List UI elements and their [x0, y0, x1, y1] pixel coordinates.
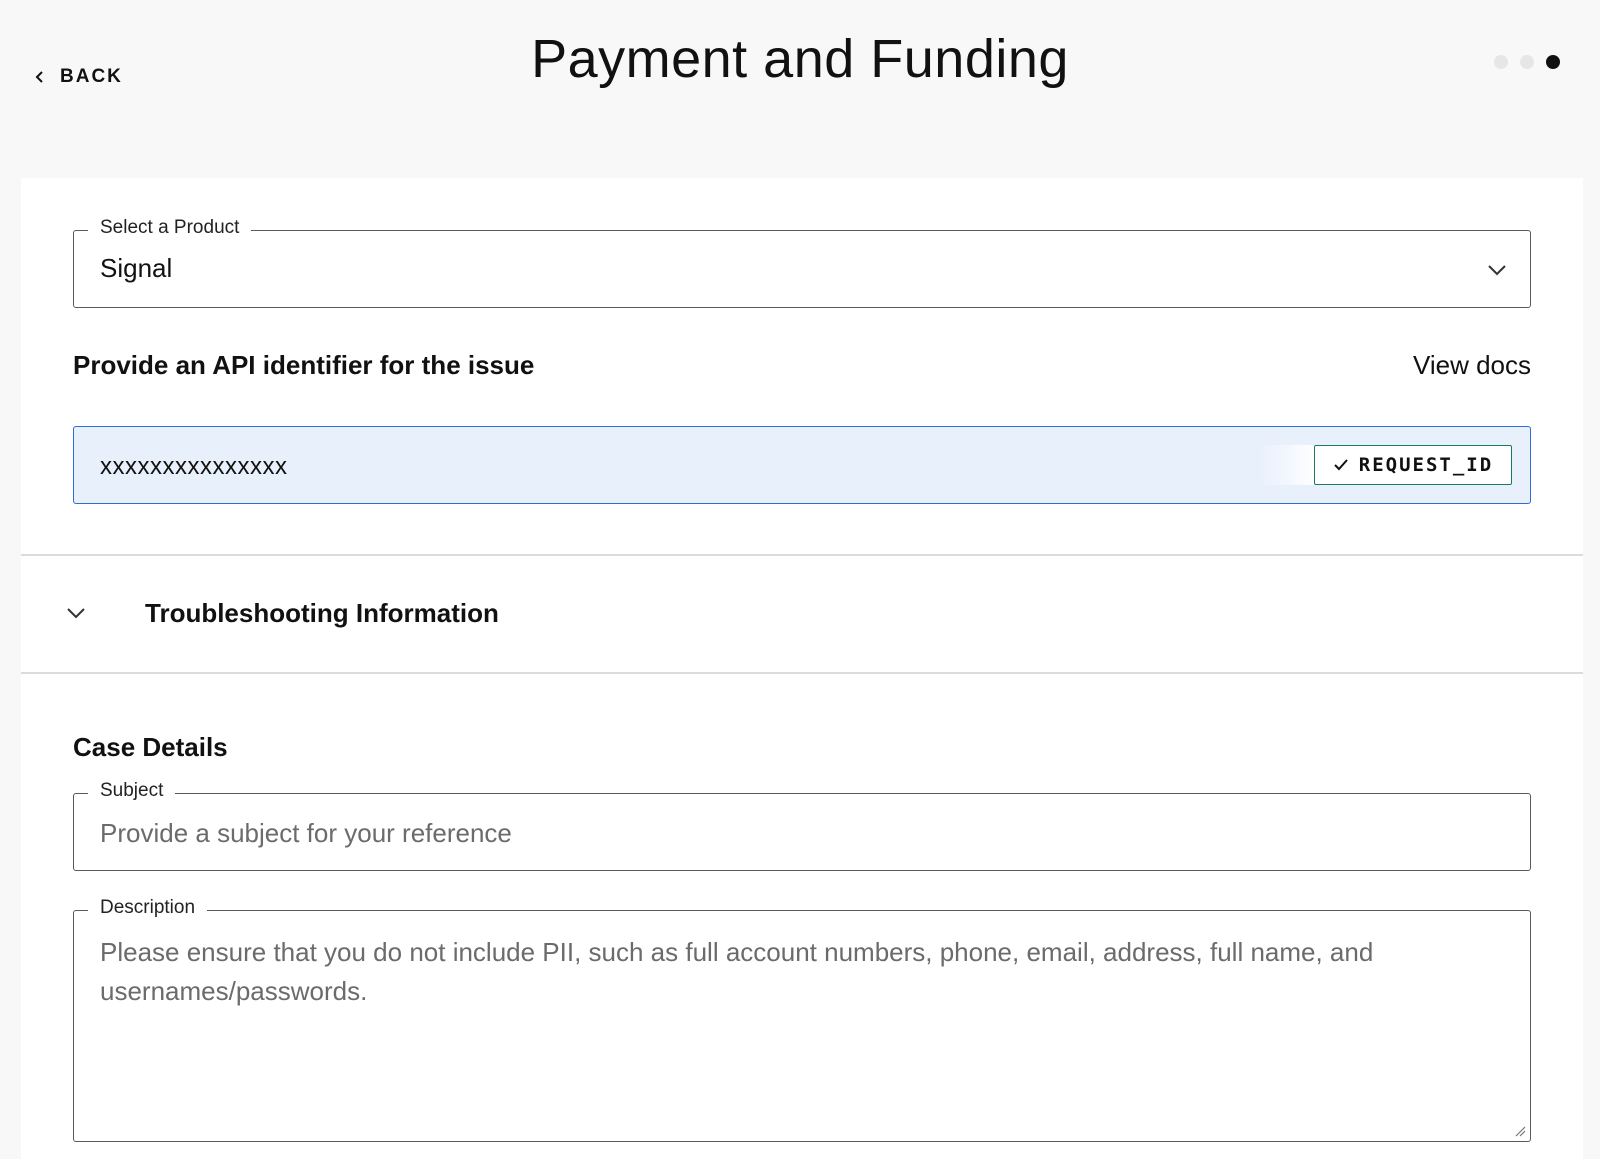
check-icon [1334, 459, 1348, 471]
input-fade [1258, 445, 1318, 485]
request-id-badge-label: REQUEST_ID [1358, 454, 1494, 476]
divider [21, 672, 1583, 674]
form-card: Select a Product Signal Provide an API i… [21, 178, 1583, 1159]
subject-input[interactable]: Subject Provide a subject for your refer… [73, 780, 1531, 871]
troubleshooting-accordion[interactable]: Troubleshooting Information [21, 556, 1583, 674]
view-docs-link[interactable]: View docs [1413, 350, 1531, 381]
step-dot-3 [1546, 55, 1560, 69]
subject-placeholder: Provide a subject for your reference [100, 818, 512, 848]
support-case-page: BACK Payment and Funding Select a Produc… [0, 0, 1600, 1159]
product-select-legend: Select a Product [88, 217, 252, 239]
chevron-down-icon [1488, 265, 1506, 276]
case-details-heading: Case Details [73, 732, 228, 762]
description-placeholder: Please ensure that you do not include PI… [100, 937, 1374, 1006]
description-legend: Description [88, 897, 208, 919]
api-identifier-value: xxxxxxxxxxxxxxx [100, 453, 288, 480]
product-select[interactable]: Select a Product Signal [73, 217, 1531, 308]
step-dot-2 [1520, 55, 1534, 69]
resize-handle-icon[interactable] [1514, 1125, 1526, 1137]
subject-legend: Subject [88, 780, 176, 802]
step-dot-1 [1494, 55, 1508, 69]
step-indicator [1494, 55, 1560, 69]
page-title: Payment and Funding [531, 29, 1069, 89]
request-id-badge: REQUEST_ID [1314, 445, 1512, 485]
api-identifier-label: Provide an API identifier for the issue [73, 350, 535, 380]
api-identifier-input[interactable]: xxxxxxxxxxxxxxx REQUEST_ID [73, 426, 1531, 504]
troubleshooting-label: Troubleshooting Information [145, 598, 499, 628]
product-select-value: Signal [100, 253, 173, 283]
chevron-down-icon [67, 608, 85, 619]
description-textarea[interactable]: Description Please ensure that you do no… [73, 897, 1531, 1142]
